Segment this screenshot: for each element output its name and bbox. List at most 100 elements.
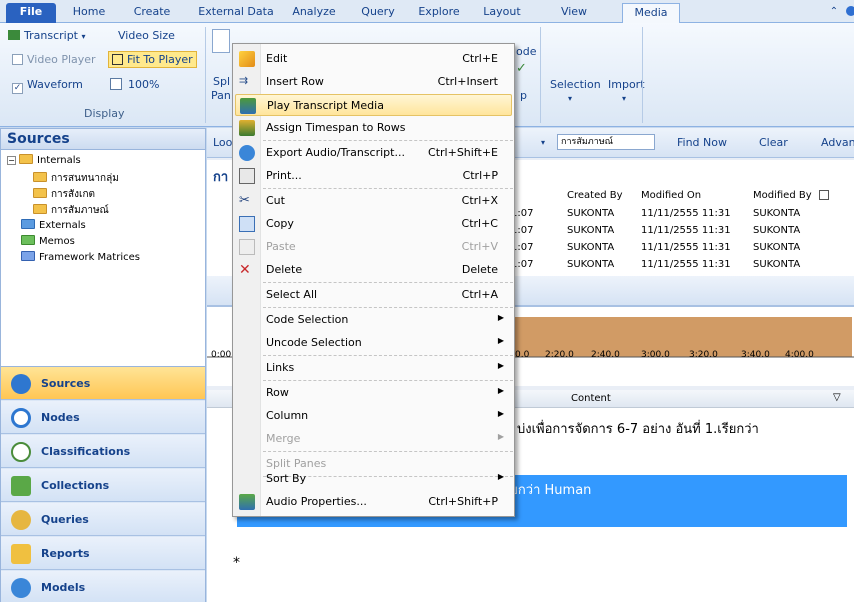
nav-models[interactable]: Models xyxy=(1,571,205,602)
waveform-checkbox[interactable]: ✓ Waveform xyxy=(12,78,83,94)
menu-item-links[interactable]: Links ▶ xyxy=(235,357,512,379)
menu-item-print[interactable]: Print... Ctrl+P xyxy=(235,165,512,187)
menu-item-edit[interactable]: Edit Ctrl+E xyxy=(235,48,512,70)
menu-item-paste[interactable]: Paste Ctrl+V xyxy=(235,236,512,258)
nav-queries[interactable]: Queries xyxy=(1,503,205,536)
column-chooser-icon[interactable] xyxy=(819,190,829,200)
video-player-checkbox[interactable]: Video Player xyxy=(12,53,96,66)
tab-create[interactable]: Create xyxy=(122,3,182,23)
tab-file[interactable]: File xyxy=(6,3,56,23)
tab-home[interactable]: Home xyxy=(62,3,116,23)
nav-reports[interactable]: Reports xyxy=(1,537,205,570)
timeline-tick: 0.0 xyxy=(515,350,530,360)
menu-item-label: Row xyxy=(266,386,289,399)
menu-item-insert-row[interactable]: ⇉ Insert Row Ctrl+Insert xyxy=(235,71,512,93)
nav-nodes[interactable]: Nodes xyxy=(1,401,205,434)
column-header-created-by[interactable]: Created By xyxy=(567,190,623,201)
clear-button[interactable]: Clear xyxy=(759,136,788,149)
tree-item-framework-matrices[interactable]: Framework Matrices xyxy=(21,251,140,263)
tab-analyze[interactable]: Analyze xyxy=(284,3,344,23)
cell-created-by: SUKONTA xyxy=(567,259,615,270)
menu-item-label: Uncode Selection xyxy=(266,336,362,349)
collapse-icon: − xyxy=(7,156,16,165)
menu-item-label: Paste xyxy=(266,240,296,253)
nav-classifications[interactable]: Classifications xyxy=(1,435,205,468)
nav-collections[interactable]: Collections xyxy=(1,469,205,502)
cut-icon: ✂ xyxy=(239,193,250,208)
menu-item-uncode-selection[interactable]: Uncode Selection ▶ xyxy=(235,332,512,354)
tab-layout[interactable]: Layout xyxy=(474,3,530,23)
column-header-modified-on[interactable]: Modified On xyxy=(641,190,701,201)
chevron-down-icon[interactable]: ▾ xyxy=(541,138,545,147)
cell-modified-on: 11/11/2555 11:31 xyxy=(641,242,731,253)
tab-explore[interactable]: Explore xyxy=(410,3,468,23)
audio-properties-icon xyxy=(239,494,255,510)
video-player-label: Video Player xyxy=(27,53,96,66)
menu-item-cut[interactable]: ✂ Cut Ctrl+X xyxy=(235,190,512,212)
menu-item-copy[interactable]: Copy Ctrl+C xyxy=(235,213,512,235)
tab-query[interactable]: Query xyxy=(352,3,404,23)
menu-item-column[interactable]: Column ▶ xyxy=(235,405,512,427)
menu-separator xyxy=(263,355,513,356)
queries-icon xyxy=(11,510,31,530)
split-icon[interactable] xyxy=(212,29,230,53)
column-header-modified-by[interactable]: Modified By xyxy=(753,190,812,201)
menu-item-label: Print... xyxy=(266,169,302,182)
tree-item-externals[interactable]: Externals xyxy=(21,219,86,231)
menu-item-export-audio-transcript[interactable]: Export Audio/Transcript... Ctrl+Shift+E xyxy=(235,142,512,164)
transcript-label: Transcript xyxy=(24,29,78,42)
ribbon-separator xyxy=(540,27,541,123)
menu-item-code-selection[interactable]: Code Selection ▶ xyxy=(235,309,512,331)
ribbon-tab-bar: File Home Create External Data Analyze Q… xyxy=(0,0,854,23)
menu-item-select-all[interactable]: Select All Ctrl+A xyxy=(235,284,512,306)
folder-icon xyxy=(19,154,33,164)
menu-item-shortcut: Ctrl+Shift+P xyxy=(428,495,498,508)
transcript-dropdown[interactable]: Transcript ▾ xyxy=(8,29,86,42)
filter-icon[interactable]: ▽ xyxy=(833,392,841,403)
menu-item-sort-by[interactable]: Sort By ▶ xyxy=(235,468,512,490)
tree-item-focus-group[interactable]: การสนทนากลุ่ม xyxy=(33,171,119,186)
tree-item-internals[interactable]: − Internals xyxy=(7,154,81,166)
menu-item-play-transcript-media[interactable]: Play Transcript Media xyxy=(235,94,512,116)
cell-modified-by: SUKONTA xyxy=(753,259,801,270)
code-label: ode xyxy=(516,45,537,58)
nav-sources[interactable]: Sources xyxy=(1,367,205,400)
fit-to-player-button[interactable]: Fit To Player xyxy=(108,51,197,68)
export-icon xyxy=(239,145,255,161)
tree-item-observation[interactable]: การสังเกต xyxy=(33,187,95,202)
menu-item-assign-timespan[interactable]: Assign Timespan to Rows xyxy=(235,117,512,139)
menu-item-merge[interactable]: Merge ▶ xyxy=(235,428,512,450)
navigation-pane: Sources Nodes Classifications Collection… xyxy=(0,366,206,602)
tree-item-memos[interactable]: Memos xyxy=(21,235,75,247)
help-icon[interactable] xyxy=(846,6,854,16)
find-now-button[interactable]: Find Now xyxy=(677,136,727,149)
tab-external-data[interactable]: External Data xyxy=(196,3,276,23)
look-for-label: Loo xyxy=(213,136,233,149)
tree-item-interview[interactable]: การสัมภาษณ์ xyxy=(33,203,109,218)
folder-icon xyxy=(33,172,47,182)
tab-view[interactable]: View xyxy=(544,3,604,23)
timeline-tick: 4:00.0 xyxy=(785,350,814,360)
timeline-tick: 3:20.0 xyxy=(689,350,718,360)
tab-media[interactable]: Media xyxy=(622,3,680,23)
timeline-tick: 3:00.0 xyxy=(641,350,670,360)
search-input[interactable]: การสัมภาษณ์ xyxy=(557,134,655,150)
chevron-down-icon: ▾ xyxy=(81,32,86,41)
menu-separator xyxy=(263,140,513,141)
column-header-content[interactable]: Content xyxy=(571,393,611,404)
selection-label: Selection xyxy=(550,78,601,91)
menu-item-label: Insert Row xyxy=(266,75,324,88)
selection-button[interactable]: Selection ▾ xyxy=(550,78,601,104)
menu-item-row[interactable]: Row ▶ xyxy=(235,382,512,404)
fit-to-player-label: Fit To Player xyxy=(127,53,193,66)
zoom-100-button[interactable]: 100% xyxy=(110,78,159,91)
menu-item-delete[interactable]: ✕ Delete Delete xyxy=(235,259,512,281)
checkmark-icon[interactable]: ✓ xyxy=(516,61,530,76)
import-button[interactable]: Import ▾ xyxy=(608,78,645,104)
chevron-up-icon[interactable]: ⌃ xyxy=(826,3,842,23)
nav-label: Nodes xyxy=(41,411,80,424)
menu-item-audio-properties[interactable]: Audio Properties... Ctrl+Shift+P xyxy=(235,491,512,513)
menu-item-label: Delete xyxy=(266,263,303,276)
menu-item-shortcut: Ctrl+C xyxy=(461,217,498,230)
advanced-find-button[interactable]: Advan xyxy=(821,136,854,149)
